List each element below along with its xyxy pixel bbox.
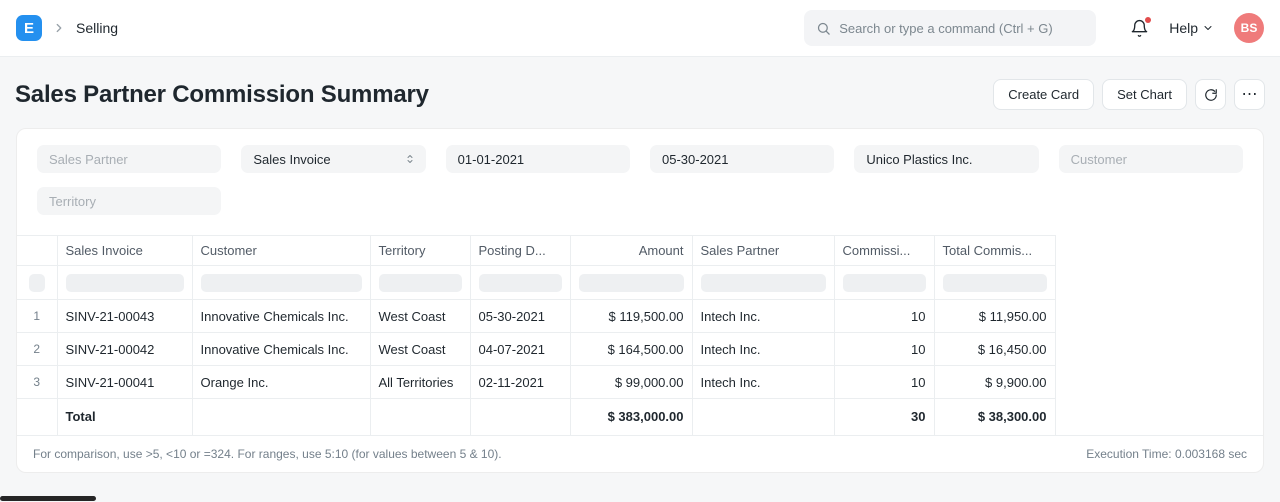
cell-territory[interactable]: West Coast bbox=[370, 333, 470, 366]
report-footer: For comparison, use >5, <10 or =324. For… bbox=[17, 435, 1263, 472]
cell-amount[interactable]: $ 164,500.00 bbox=[570, 333, 692, 366]
header-commission[interactable]: Commissi... bbox=[834, 236, 934, 266]
cell-customer[interactable]: Innovative Chemicals Inc. bbox=[192, 300, 370, 333]
header-total-commission[interactable]: Total Commis... bbox=[934, 236, 1055, 266]
notifications-button[interactable] bbox=[1130, 19, 1149, 38]
refresh-button[interactable] bbox=[1195, 79, 1226, 110]
cell-commission[interactable]: 10 bbox=[834, 366, 934, 399]
cell-amount[interactable]: $ 119,500.00 bbox=[570, 300, 692, 333]
table-row: 1 SINV-21-00043 Innovative Chemicals Inc… bbox=[17, 300, 1055, 333]
page-title: Sales Partner Commission Summary bbox=[15, 81, 429, 109]
row-number[interactable]: 2 bbox=[17, 333, 57, 366]
cell-posting-date[interactable]: 02-11-2021 bbox=[470, 366, 570, 399]
help-menu-button[interactable]: Help bbox=[1169, 20, 1214, 36]
cell-territory[interactable]: West Coast bbox=[370, 300, 470, 333]
column-filter-commission[interactable] bbox=[843, 274, 926, 292]
create-card-button[interactable]: Create Card bbox=[993, 79, 1094, 110]
report-table: Sales Invoice Customer Territory Posting… bbox=[17, 235, 1056, 435]
column-filter-sales-invoice[interactable] bbox=[66, 274, 184, 292]
total-amount: $ 383,000.00 bbox=[570, 399, 692, 435]
report-card: Sales Invoice Sales Invoice Customer Ter… bbox=[16, 128, 1264, 473]
total-label: Total bbox=[57, 399, 192, 435]
select-all-filter-box[interactable] bbox=[29, 274, 45, 292]
search-input[interactable] bbox=[839, 21, 1084, 36]
page-header: Sales Partner Commission Summary Create … bbox=[0, 57, 1280, 110]
total-commission: 30 bbox=[834, 399, 934, 435]
cell-sales-invoice[interactable]: SINV-21-00041 bbox=[57, 366, 192, 399]
ellipsis-icon: ⋯ bbox=[1242, 87, 1258, 103]
filter-doctype-value: Sales Invoice bbox=[253, 152, 330, 167]
column-filter-amount[interactable] bbox=[579, 274, 684, 292]
global-search[interactable] bbox=[804, 10, 1096, 46]
navbar-right: Help BS bbox=[1130, 13, 1264, 43]
avatar-initials: BS bbox=[1241, 21, 1258, 35]
header-posting-date[interactable]: Posting D... bbox=[470, 236, 570, 266]
set-chart-button[interactable]: Set Chart bbox=[1102, 79, 1187, 110]
table-row: 2 SINV-21-00042 Innovative Chemicals Inc… bbox=[17, 333, 1055, 366]
report-filters: Sales Invoice bbox=[17, 129, 1263, 235]
refresh-icon bbox=[1204, 88, 1218, 102]
app-logo-letter: E bbox=[24, 20, 34, 37]
header-sales-partner[interactable]: Sales Partner bbox=[692, 236, 834, 266]
cell-customer[interactable]: Innovative Chemicals Inc. bbox=[192, 333, 370, 366]
total-row: Total $ 383,000.00 30 $ 38,300.00 bbox=[17, 399, 1055, 435]
cell-territory[interactable]: All Territories bbox=[370, 366, 470, 399]
breadcrumb-chevron-icon bbox=[52, 21, 66, 35]
cell-total-commission[interactable]: $ 9,900.00 bbox=[934, 366, 1055, 399]
row-number-header bbox=[17, 236, 57, 266]
cell-commission[interactable]: 10 bbox=[834, 333, 934, 366]
breadcrumb: E Selling bbox=[16, 15, 118, 41]
page-actions: Create Card Set Chart ⋯ bbox=[993, 79, 1265, 110]
header-territory[interactable]: Territory bbox=[370, 236, 470, 266]
header-amount[interactable]: Amount bbox=[570, 236, 692, 266]
filter-territory[interactable] bbox=[37, 187, 221, 215]
filter-to-date[interactable] bbox=[650, 145, 834, 173]
filter-doctype-select[interactable]: Sales Invoice bbox=[241, 145, 425, 173]
cell-sales-invoice[interactable]: SINV-21-00043 bbox=[57, 300, 192, 333]
column-filter-territory[interactable] bbox=[379, 274, 462, 292]
column-filter-sales-partner[interactable] bbox=[701, 274, 826, 292]
filter-from-date[interactable] bbox=[446, 145, 630, 173]
filter-sales-partner[interactable] bbox=[37, 145, 221, 173]
user-avatar[interactable]: BS bbox=[1234, 13, 1264, 43]
cell-total-commission[interactable]: $ 11,950.00 bbox=[934, 300, 1055, 333]
total-row-number-cell bbox=[17, 399, 57, 435]
cell-sales-partner[interactable]: Intech Inc. bbox=[692, 366, 834, 399]
cell-customer[interactable]: Orange Inc. bbox=[192, 366, 370, 399]
header-sales-invoice[interactable]: Sales Invoice bbox=[57, 236, 192, 266]
help-menu-label: Help bbox=[1169, 20, 1198, 36]
column-filter-total-commission[interactable] bbox=[943, 274, 1047, 292]
breadcrumb-item-selling[interactable]: Selling bbox=[76, 20, 118, 36]
filter-hint-text: For comparison, use >5, <10 or =324. For… bbox=[33, 447, 502, 461]
app-logo[interactable]: E bbox=[16, 15, 42, 41]
total-total-commission: $ 38,300.00 bbox=[934, 399, 1055, 435]
horizontal-scrollbar-thumb[interactable] bbox=[0, 496, 96, 501]
table-header-row: Sales Invoice Customer Territory Posting… bbox=[17, 236, 1055, 266]
cell-commission[interactable]: 10 bbox=[834, 300, 934, 333]
more-options-button[interactable]: ⋯ bbox=[1234, 79, 1265, 110]
column-filter-row bbox=[17, 266, 1055, 300]
search-icon bbox=[816, 21, 831, 36]
execution-time: Execution Time: 0.003168 sec bbox=[1086, 447, 1247, 461]
cell-sales-partner[interactable]: Intech Inc. bbox=[692, 300, 834, 333]
row-number[interactable]: 1 bbox=[17, 300, 57, 333]
chevron-down-icon bbox=[1202, 22, 1214, 34]
column-filter-customer[interactable] bbox=[201, 274, 362, 292]
cell-total-commission[interactable]: $ 16,450.00 bbox=[934, 333, 1055, 366]
filter-company[interactable] bbox=[854, 145, 1038, 173]
filter-customer[interactable] bbox=[1059, 145, 1243, 173]
row-number[interactable]: 3 bbox=[17, 366, 57, 399]
table-row: 3 SINV-21-00041 Orange Inc. All Territor… bbox=[17, 366, 1055, 399]
cell-sales-partner[interactable]: Intech Inc. bbox=[692, 333, 834, 366]
cell-posting-date[interactable]: 05-30-2021 bbox=[470, 300, 570, 333]
cell-amount[interactable]: $ 99,000.00 bbox=[570, 366, 692, 399]
chevron-up-down-icon bbox=[404, 153, 416, 165]
cell-posting-date[interactable]: 04-07-2021 bbox=[470, 333, 570, 366]
notification-indicator bbox=[1145, 17, 1151, 23]
header-customer[interactable]: Customer bbox=[192, 236, 370, 266]
cell-sales-invoice[interactable]: SINV-21-00042 bbox=[57, 333, 192, 366]
column-filter-posting-date[interactable] bbox=[479, 274, 562, 292]
top-navbar: E Selling Help BS bbox=[0, 0, 1280, 57]
